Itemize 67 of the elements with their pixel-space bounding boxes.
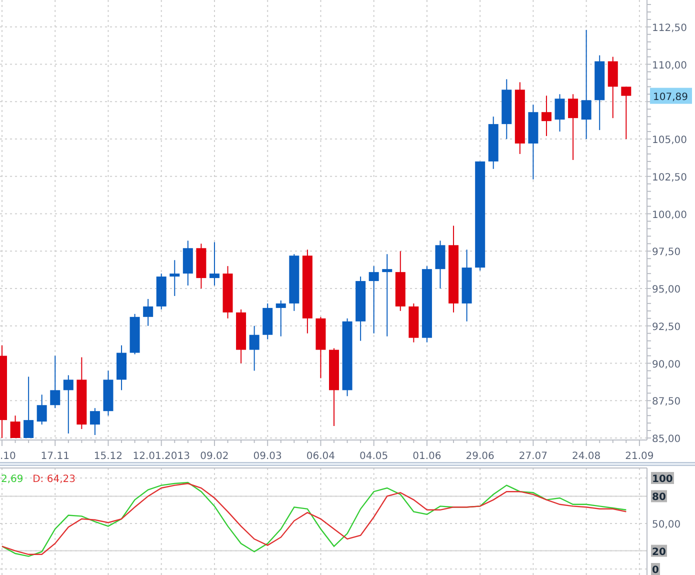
candlestick <box>182 240 193 286</box>
price-label: 100,00 <box>652 210 687 221</box>
price-label: 90,00 <box>652 359 681 370</box>
date-label: 27.07 <box>518 451 548 462</box>
candlestick <box>608 56 618 119</box>
candlestick <box>222 266 233 319</box>
date-label: 21.09 <box>625 451 654 462</box>
candlestick <box>130 313 140 355</box>
price-label: 102,50 <box>652 172 687 184</box>
indicator-legend: 2,69 <box>1 474 24 485</box>
candlestick <box>262 302 273 340</box>
candlestick <box>196 243 206 289</box>
price-label: 112,50 <box>652 22 687 34</box>
candlestick <box>621 86 632 140</box>
candlestick <box>24 376 34 438</box>
candlestick <box>289 254 300 312</box>
price-label: 95,00 <box>652 284 681 296</box>
candlestick <box>209 242 220 286</box>
candlestick <box>395 250 406 312</box>
date-label: 17.11 <box>40 451 70 462</box>
price-label: 85,00 <box>652 434 681 445</box>
y-tick-label: 0 <box>652 565 659 575</box>
candlestick <box>63 374 74 434</box>
candlestick <box>36 394 47 426</box>
level-label: 80 <box>651 490 667 504</box>
candlestick <box>90 408 100 436</box>
level-label: 100 <box>651 472 674 485</box>
candlestick <box>276 300 286 337</box>
candlestick <box>368 266 379 334</box>
candlestick <box>156 273 166 310</box>
date-label: 09.02 <box>200 451 229 462</box>
candlestick <box>356 276 366 342</box>
candlestick <box>502 78 512 140</box>
candlestick <box>316 316 326 379</box>
price-label: 97,50 <box>652 247 681 258</box>
candlestick <box>554 94 565 132</box>
candlestick <box>249 325 260 372</box>
level-label: 20 <box>651 544 667 558</box>
candlestick <box>541 95 552 137</box>
date-label: 15.12 <box>94 451 123 462</box>
candlestick <box>435 240 446 289</box>
candlestick <box>488 116 498 170</box>
price-label: 105,00 <box>652 135 687 146</box>
date-label: 24.08 <box>572 451 601 462</box>
date-label: 29.06 <box>466 451 494 462</box>
indicator-legend: D: 64,23 <box>32 474 76 485</box>
level-label: 0 <box>651 563 660 575</box>
date-label: 04.05 <box>360 451 388 462</box>
candlestick <box>50 355 60 409</box>
date-label: .10 <box>0 451 16 462</box>
candlestick <box>143 298 154 326</box>
candlestick <box>568 94 578 160</box>
date-label: 01.06 <box>412 451 442 462</box>
candlestick <box>10 415 20 438</box>
level-label: 50,00 <box>652 520 681 530</box>
date-label: 06.04 <box>306 451 336 462</box>
price-label: 87,50 <box>652 396 681 408</box>
date-label: 12.01.2013 <box>132 451 190 462</box>
candlestick <box>408 302 419 343</box>
current-price-badge: 107,89 <box>650 88 692 104</box>
candlestick <box>103 370 114 416</box>
date-label: 09.03 <box>253 451 282 462</box>
candlestick <box>236 308 246 364</box>
price-label: 92,50 <box>652 322 681 333</box>
candlestick <box>116 344 127 391</box>
candlestick <box>170 260 180 296</box>
price-label: 110,00 <box>652 60 687 72</box>
